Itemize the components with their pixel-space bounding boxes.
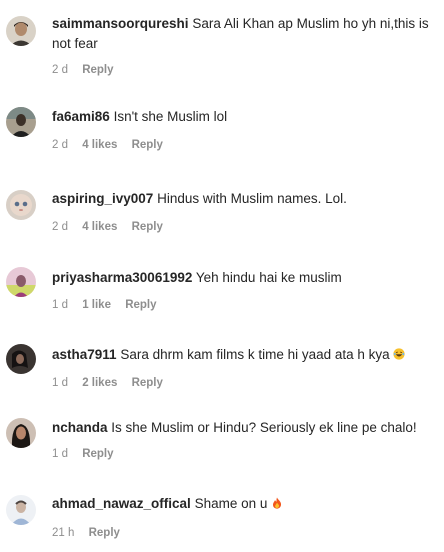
user-avatar-dark-icon[interactable] xyxy=(6,344,36,374)
comment-meta: 1 d 2 likes Reply xyxy=(52,377,174,389)
comment-text: Yeh hindu hai ke muslim xyxy=(195,270,342,285)
comment-body: aspiring_ivy007 Hindus with Muslim names… xyxy=(52,189,432,209)
comment-time: 2 d xyxy=(52,139,68,151)
likes-count[interactable]: 4 likes xyxy=(82,139,117,151)
likes-count[interactable]: 4 likes xyxy=(82,221,117,233)
comment-time: 1 d xyxy=(52,377,68,389)
comment-body: ahmad_nawaz_offical Shame on u xyxy=(52,494,432,514)
comment-meta: 2 d Reply xyxy=(52,64,125,76)
comment-text: Isn't she Muslim lol xyxy=(113,109,228,124)
comment-username[interactable]: fa6ami86 xyxy=(52,109,110,124)
comment-meta: 1 d 1 like Reply xyxy=(52,299,168,311)
comment-time: 1 d xyxy=(52,448,68,460)
comment-meta: 2 d 4 likes Reply xyxy=(52,139,174,151)
comment-username[interactable]: ahmad_nawaz_offical xyxy=(52,496,191,511)
comment-body: saimmansoorqureshi Sara Ali Khan ap Musl… xyxy=(52,14,432,54)
comment-username[interactable]: saimmansoorqureshi xyxy=(52,16,189,31)
comment-body: priyasharma30061992 Yeh hindu hai ke mus… xyxy=(52,268,432,288)
comment-time: 21 h xyxy=(52,527,75,539)
comment-text: Is she Muslim or Hindu? Seriously ek lin… xyxy=(111,420,417,435)
fire-emoji xyxy=(273,497,282,509)
likes-count[interactable]: 2 likes xyxy=(82,377,117,389)
user-avatar-pink-icon[interactable] xyxy=(6,267,36,297)
likes-count[interactable]: 1 like xyxy=(82,299,111,311)
user-avatar-light-icon[interactable] xyxy=(6,495,36,525)
user-avatar-person-icon[interactable] xyxy=(6,107,36,137)
user-avatar-dark-hair-icon[interactable] xyxy=(6,16,36,46)
reply-button[interactable]: Reply xyxy=(132,221,163,233)
comment-text: Shame on u xyxy=(194,496,268,511)
comment-body: nchanda Is she Muslim or Hindu? Seriousl… xyxy=(52,418,432,438)
comment-username[interactable]: nchanda xyxy=(52,420,108,435)
reply-button[interactable]: Reply xyxy=(82,448,113,460)
comment-body: astha7911 Sara dhrm kam films k time hi … xyxy=(52,345,432,365)
comment-time: 2 d xyxy=(52,64,68,76)
comment-username[interactable]: priyasharma30061992 xyxy=(52,270,192,285)
comment-meta: 2 d 4 likes Reply xyxy=(52,221,174,233)
reply-button[interactable]: Reply xyxy=(89,527,120,539)
laughing-face-emoji xyxy=(393,348,406,360)
comment-body: fa6ami86 Isn't she Muslim lol xyxy=(52,107,432,127)
reply-button[interactable]: Reply xyxy=(132,377,163,389)
comment-text: Sara dhrm kam films k time hi yaad ata h… xyxy=(120,347,390,362)
comment-meta: 21 h Reply xyxy=(52,527,131,539)
comment-meta: 1 d Reply xyxy=(52,448,125,460)
comment-username[interactable]: astha7911 xyxy=(52,347,117,362)
comment-time: 1 d xyxy=(52,299,68,311)
user-avatar-woman-icon[interactable] xyxy=(6,418,36,448)
reply-button[interactable]: Reply xyxy=(132,139,163,151)
reply-button[interactable]: Reply xyxy=(125,299,156,311)
comment-time: 2 d xyxy=(52,221,68,233)
comment-username[interactable]: aspiring_ivy007 xyxy=(52,191,153,206)
comment-text: Hindus with Muslim names. Lol. xyxy=(157,191,347,206)
reply-button[interactable]: Reply xyxy=(82,64,113,76)
user-avatar-doll-icon[interactable] xyxy=(6,190,36,220)
